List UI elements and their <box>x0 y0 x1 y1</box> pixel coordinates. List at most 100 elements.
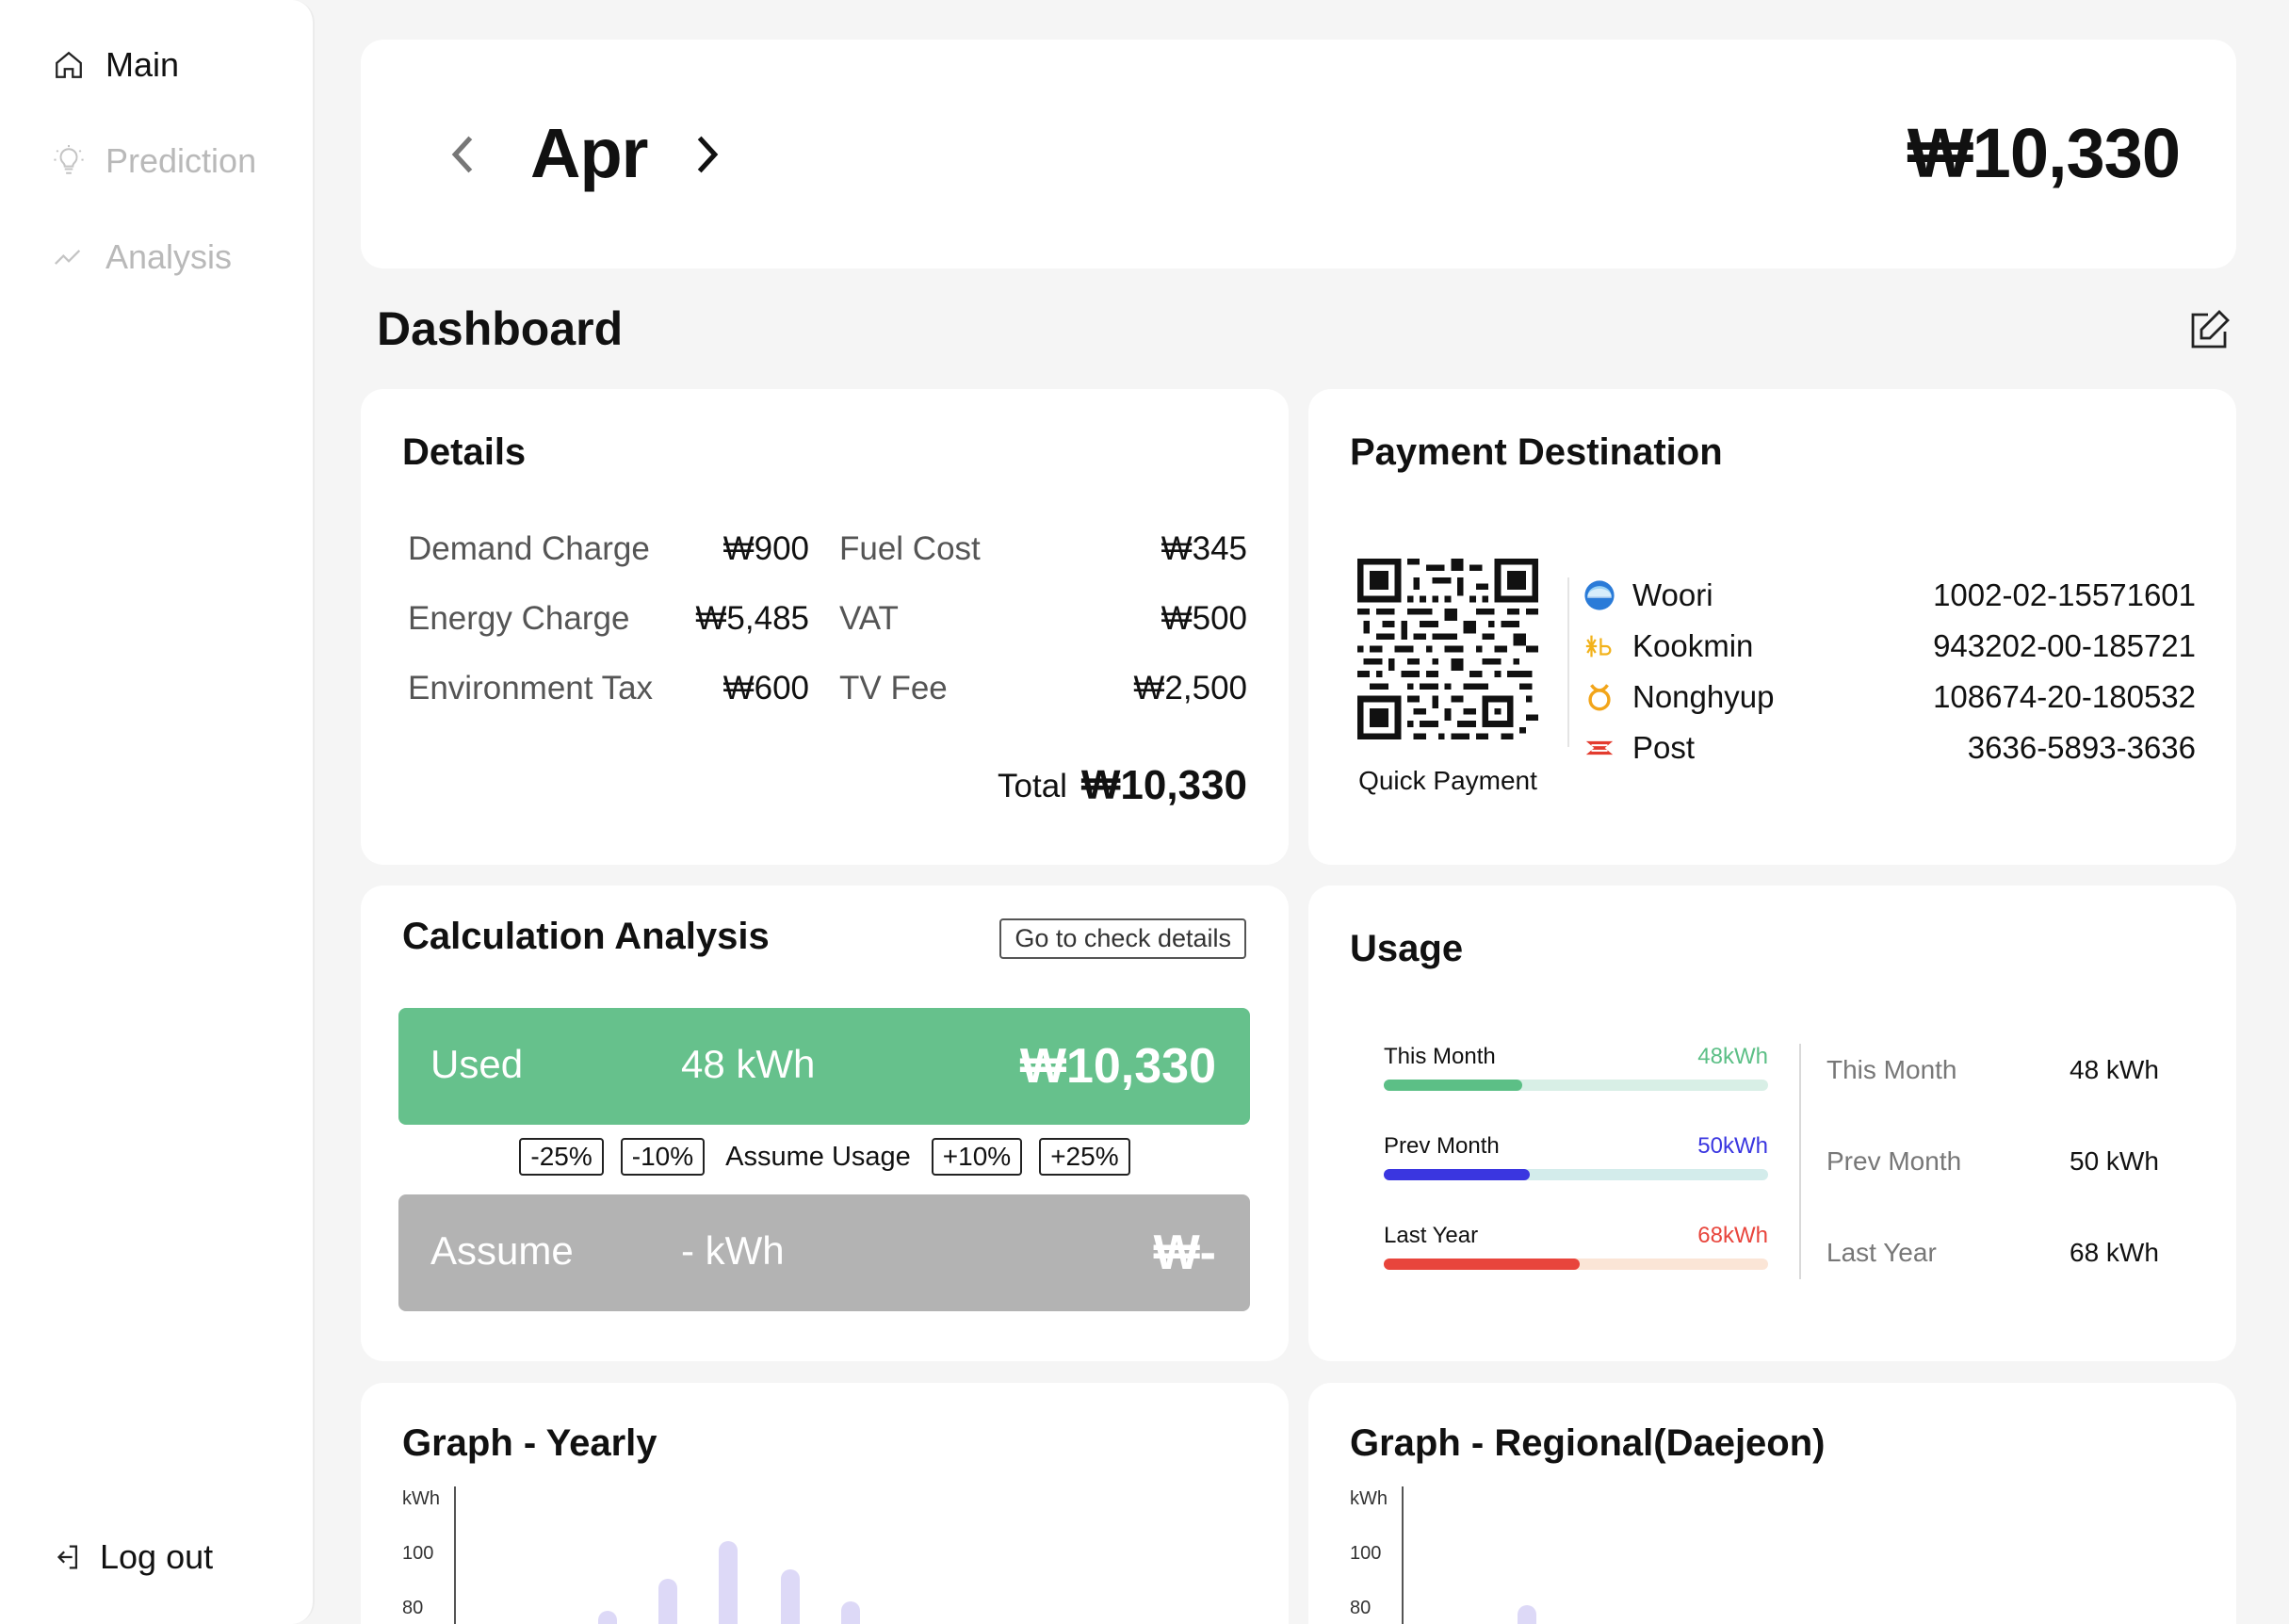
minus-25-button[interactable]: -25% <box>519 1138 604 1176</box>
usage-summary-value: 50 kWh <box>2070 1146 2159 1176</box>
usage-summary-label: Prev Month <box>1826 1146 1962 1176</box>
usage-summary-value: 68 kWh <box>2070 1238 2159 1267</box>
detail-label: Demand Charge <box>408 530 650 567</box>
graph-yearly-title: Graph - Yearly <box>402 1422 657 1464</box>
month-label: Apr <box>530 114 648 192</box>
y-tick-label: 80 <box>402 1598 424 1618</box>
y-axis-unit: kWh <box>402 1488 440 1509</box>
assume-row: Assume - kWh ₩- <box>398 1194 1250 1311</box>
check-details-button[interactable]: Go to check details <box>999 918 1246 959</box>
minus-10-button[interactable]: -10% <box>620 1138 706 1176</box>
y-axis <box>1402 1486 1404 1624</box>
detail-label: Environment Tax <box>408 670 654 706</box>
bank-name: Nonghyup <box>1632 679 1775 714</box>
plus-10-button[interactable]: +10% <box>931 1138 1023 1176</box>
detail-value: ₩600 <box>722 670 809 706</box>
usage-bar-value: 48kWh <box>1697 1044 1768 1069</box>
y-axis-unit: kWh <box>1350 1488 1388 1509</box>
qr-label: Quick Payment <box>1358 766 1537 795</box>
plus-25-button[interactable]: +25% <box>1039 1138 1130 1176</box>
details-title: Details <box>402 431 527 473</box>
home-icon <box>56 51 82 78</box>
assume-label: Assume <box>430 1228 574 1273</box>
bank-account: 1002-02-15571601 <box>1933 577 2196 612</box>
bank-name: Woori <box>1632 577 1713 612</box>
next-month-button[interactable] <box>683 126 730 183</box>
total-label: Total <box>998 768 1067 804</box>
trend-line-icon <box>55 250 81 265</box>
y-axis <box>454 1486 456 1624</box>
month-selector-card: Apr ₩10,330 <box>361 40 2236 268</box>
calc-title: Calculation Analysis <box>402 916 770 957</box>
detail-value: ₩345 <box>1161 530 1247 567</box>
graph-regional-title: Graph - Regional(Daejeon) <box>1350 1422 1826 1464</box>
calculation-analysis-card: Calculation Analysis Go to check details… <box>361 885 1289 1361</box>
used-kwh: 48 kWh <box>681 1042 816 1086</box>
logout-button[interactable]: Log out <box>51 1537 213 1577</box>
chart-bar <box>841 1601 860 1624</box>
detail-value: ₩500 <box>1161 600 1247 637</box>
usage-card: Usage This Month 48kWh Prev Month 50kWh … <box>1308 885 2236 1361</box>
nonghyup-bank-icon <box>1588 684 1611 711</box>
chart-bar <box>1518 1605 1536 1624</box>
lightbulb-icon <box>54 145 84 174</box>
usage-bar-fill <box>1384 1169 1531 1180</box>
payment-title: Payment Destination <box>1350 431 1723 473</box>
y-tick-label: 100 <box>402 1543 434 1564</box>
sidebar-item-label: Main <box>106 45 180 84</box>
prev-month-button[interactable] <box>440 126 487 183</box>
usage-bar-track <box>1384 1080 1768 1091</box>
graph-regional-card: Graph - Regional(Daejeon) kWh 100 80 <box>1308 1383 2236 1624</box>
sidebar-item-label: Prediction <box>106 141 257 180</box>
detail-label: Fuel Cost <box>839 530 981 567</box>
usage-bar-track <box>1384 1259 1768 1270</box>
sidebar: Main Prediction Analysis Log out <box>0 0 315 1624</box>
qr-code-icon[interactable] <box>1357 559 1538 739</box>
kookmin-bank-icon <box>1585 635 1612 658</box>
assume-usage-controls: -25% -10% Assume Usage +10% +25% <box>361 1138 1289 1176</box>
sidebar-item-analysis[interactable]: Analysis <box>53 237 232 277</box>
divider <box>1799 1044 1801 1279</box>
details-card: Details Demand Charge ₩900 Energy Charge… <box>361 389 1289 865</box>
sidebar-item-main[interactable]: Main <box>53 45 179 85</box>
graph-yearly-card: Graph - Yearly kWh 100 80 <box>361 1383 1289 1624</box>
usage-bar-label: Last Year <box>1384 1223 1479 1248</box>
usage-bar-fill <box>1384 1259 1581 1270</box>
assume-kwh: - kWh <box>681 1228 785 1273</box>
chevron-right-icon <box>697 136 719 173</box>
bank-row-nonghyup[interactable]: Nonghyup 108674-20-180532 <box>1583 674 2196 721</box>
bank-account: 108674-20-180532 <box>1933 679 2196 714</box>
usage-bar-fill <box>1384 1080 1522 1091</box>
sidebar-item-prediction[interactable]: Prediction <box>53 141 256 181</box>
y-tick-label: 80 <box>1350 1598 1372 1618</box>
usage-bar-label: Prev Month <box>1384 1133 1500 1159</box>
bank-row-kookmin[interactable]: Kookmin 943202-00-185721 <box>1583 623 2196 670</box>
usage-summary-value: 48 kWh <box>2070 1055 2159 1084</box>
sidebar-item-label: Analysis <box>106 237 233 276</box>
woori-bank-icon <box>1584 580 1615 610</box>
edit-icon[interactable] <box>2187 307 2232 352</box>
assume-cost: ₩- <box>1153 1226 1216 1280</box>
bank-account: 943202-00-185721 <box>1933 628 2196 663</box>
detail-label: TV Fee <box>839 670 948 706</box>
logout-icon <box>57 1545 78 1569</box>
detail-label: Energy Charge <box>408 600 630 637</box>
month-total: ₩10,330 <box>1907 114 2181 192</box>
post-bank-icon <box>1585 740 1614 755</box>
page-title: Dashboard <box>377 302 624 355</box>
detail-value: ₩5,485 <box>695 600 809 637</box>
usage-bar-value: 68kWh <box>1697 1223 1768 1248</box>
chart-bar <box>598 1611 617 1624</box>
usage-summary-label: This Month <box>1826 1055 1957 1084</box>
detail-value: ₩2,500 <box>1133 670 1247 706</box>
detail-label: VAT <box>839 600 899 637</box>
bank-row-woori[interactable]: Woori 1002-02-15571601 <box>1583 572 2196 619</box>
bank-row-post[interactable]: Post 3636-5893-3636 <box>1583 724 2196 771</box>
assume-usage-label: Assume Usage <box>725 1141 911 1172</box>
used-row: Used 48 kWh ₩10,330 <box>398 1008 1250 1125</box>
chevron-left-icon <box>451 136 473 173</box>
used-label: Used <box>430 1042 524 1086</box>
usage-summary-label: Last Year <box>1826 1238 1937 1267</box>
detail-value: ₩900 <box>722 530 809 567</box>
chart-bar <box>781 1569 800 1624</box>
